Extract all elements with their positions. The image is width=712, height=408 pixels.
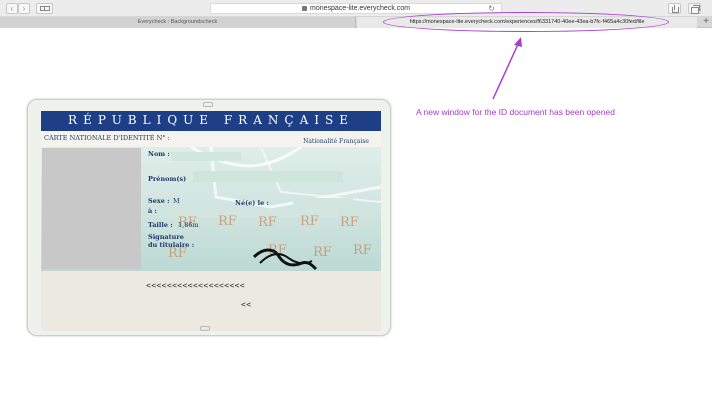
taille-value: 1,86m xyxy=(178,221,199,229)
label-signature: Signature xyxy=(148,233,184,241)
annotation-text: A new window for the ID document has bee… xyxy=(416,107,615,117)
id-card-image: RÉPUBLIQUE FRANÇAISE CARTE NATIONALE D'I… xyxy=(27,99,391,336)
hologram-mark xyxy=(203,102,213,107)
label-taille: Taille : xyxy=(148,221,173,229)
redacted-firstnames xyxy=(193,171,343,182)
rf-watermark: RF xyxy=(353,243,372,258)
label-du-titulaire: du titulaire : xyxy=(148,241,195,249)
label-a: à : xyxy=(148,207,157,215)
redacted-photo xyxy=(42,148,141,269)
card-header: RÉPUBLIQUE FRANÇAISE xyxy=(41,111,381,131)
hologram-mark xyxy=(200,326,210,331)
sexe-value: M xyxy=(173,197,180,205)
redacted-name xyxy=(171,152,241,161)
label-ne-le: Né(e) le : xyxy=(235,199,269,207)
rf-watermark: RF xyxy=(300,214,319,229)
nationality-label: Nationalité Française xyxy=(303,138,369,145)
signature-image xyxy=(252,248,318,271)
card-header-title: RÉPUBLIQUE FRANÇAISE xyxy=(68,113,354,127)
mrz-line-1: <<<<<<<<<<<<<<<<<<< xyxy=(146,281,246,290)
card-type-label: CARTE NATIONALE D'IDENTITÉ N° : xyxy=(44,134,170,142)
label-sexe: Sexe : xyxy=(148,197,170,205)
rf-watermark: RF xyxy=(218,214,237,229)
card-type-row: CARTE NATIONALE D'IDENTITÉ N° : National… xyxy=(41,131,381,147)
rf-watermark: RF xyxy=(258,215,277,230)
mrz-zone: <<<<<<<<<<<<<<<<<<< << xyxy=(41,271,381,331)
mrz-line-2: << xyxy=(241,300,252,309)
rf-watermark: RF xyxy=(340,215,359,230)
redacted-birthdate xyxy=(293,198,353,207)
label-nom: Nom : xyxy=(148,150,170,158)
label-prenoms: Prénom(s) xyxy=(148,175,187,183)
